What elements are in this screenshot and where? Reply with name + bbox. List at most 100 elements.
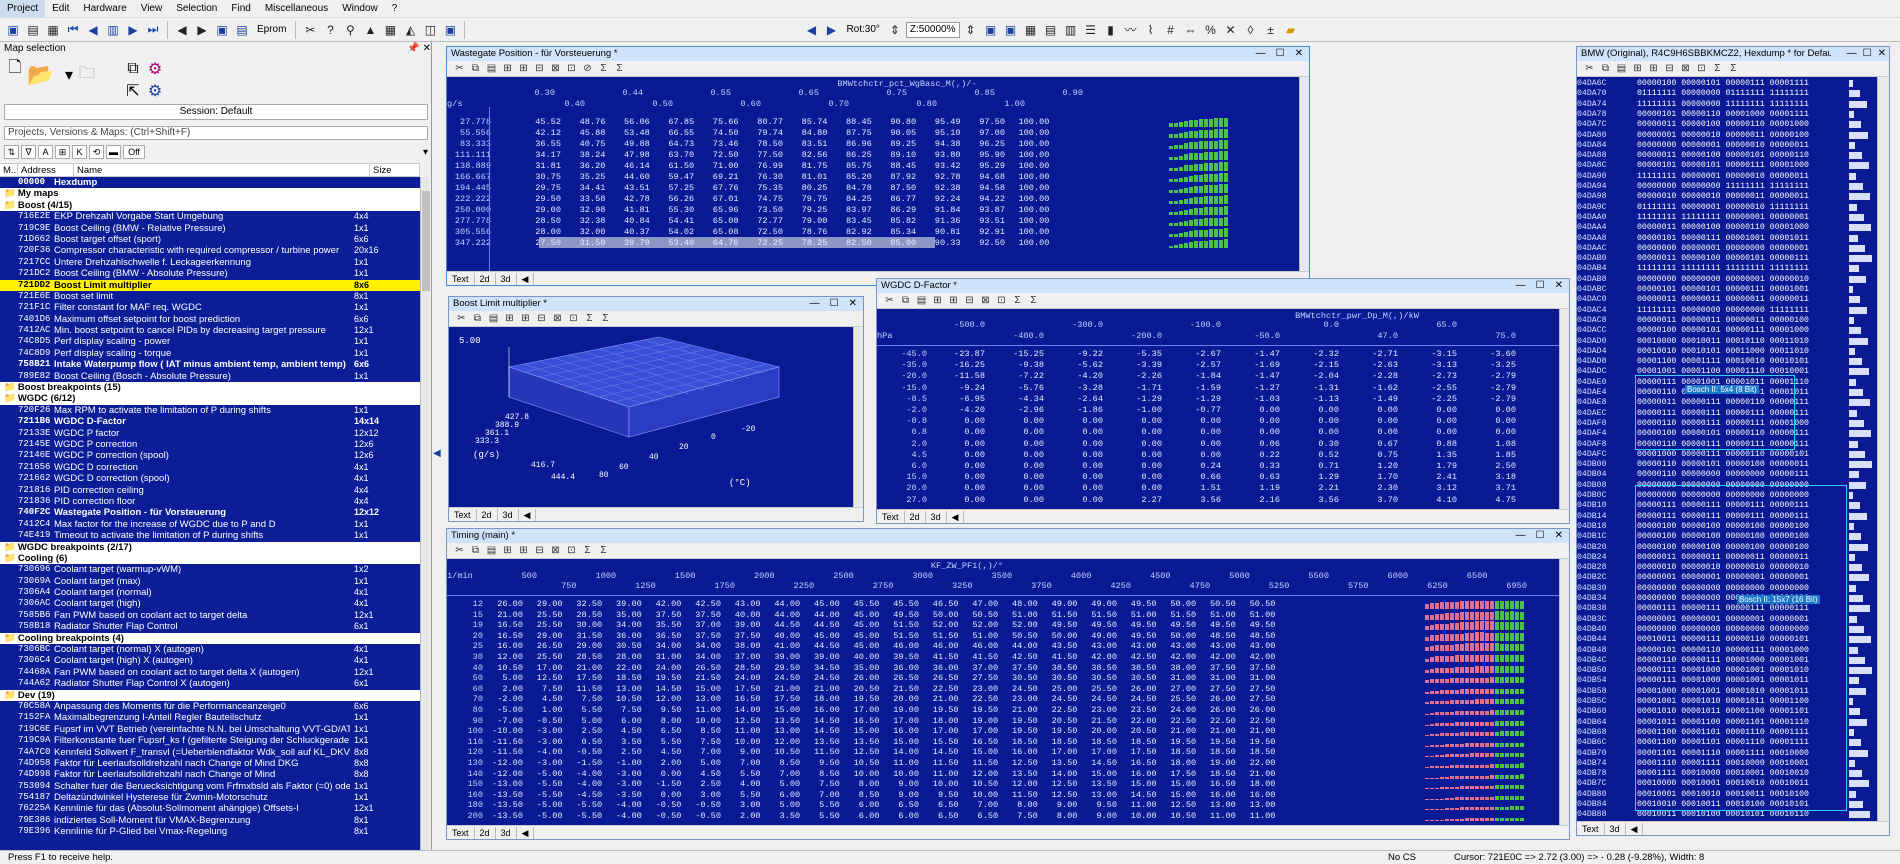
table-cell[interactable]: -2.79 (1466, 383, 1516, 393)
table-cell[interactable]: 0.00 (1112, 472, 1162, 482)
hex-bytes[interactable]: 00000110 00000000 00000000 00000111 (1637, 470, 1809, 479)
table-cell[interactable]: -3.50 (604, 790, 642, 800)
table-cell[interactable]: 16.00 (881, 726, 919, 736)
table-cell[interactable]: 0.52 (1289, 450, 1339, 460)
table-cell[interactable]: 14.50 (1079, 758, 1117, 768)
table-cell[interactable]: 17.50 (1158, 769, 1196, 779)
table-cell[interactable]: 28.00 (517, 227, 561, 237)
table-cell[interactable]: 0.00 (935, 461, 985, 471)
help-icon[interactable]: ? (321, 21, 339, 39)
table-cell[interactable]: 84.78 (828, 183, 872, 193)
hex-mode-icon[interactable]: ▣ (1002, 21, 1020, 39)
rows-icon[interactable]: ☰ (1082, 21, 1100, 39)
table-cell[interactable]: 100.00 (1005, 172, 1049, 182)
window-scrollbar[interactable] (1877, 77, 1889, 821)
table-cell[interactable]: -2.00 (485, 694, 523, 704)
table-cell[interactable]: 79.75 (783, 194, 828, 204)
table-cell[interactable]: 0.75 (1348, 450, 1398, 460)
columns-icon[interactable]: ▥ (1062, 21, 1080, 39)
table-cell[interactable]: 9.00 (723, 747, 761, 757)
table-cell[interactable]: 3.18 (1466, 472, 1516, 482)
table-cell[interactable]: -1.86 (1053, 405, 1103, 415)
table-cell[interactable]: -4.00 (604, 800, 642, 810)
table-cell[interactable]: 21.00 (485, 610, 523, 620)
close-icon[interactable]: ✕ (849, 297, 857, 311)
add-col-icon[interactable]: ⊟ (1663, 62, 1676, 75)
table-cell[interactable]: 4.50 (683, 769, 721, 779)
table-cell[interactable]: 0.00 (1289, 427, 1339, 437)
add-col-icon[interactable]: ⊟ (535, 312, 548, 325)
folder-row[interactable]: 📁 Cooling breakpoints (4) (0, 632, 420, 645)
table-cell[interactable]: 32.50 (564, 599, 602, 609)
table-cell[interactable]: 50.50 (1237, 599, 1276, 609)
table-cell[interactable]: 18.50 (1158, 747, 1196, 757)
table-cell[interactable]: 16.50 (485, 620, 523, 630)
table-cell[interactable]: 30.50 (1000, 673, 1038, 683)
table-cell[interactable]: 79.74 (739, 128, 783, 138)
sigma-icon[interactable]: Σ (597, 544, 610, 557)
table-cell[interactable]: 74.50 (695, 128, 739, 138)
table-cell[interactable]: 18.50 (1198, 747, 1236, 757)
table-cell[interactable]: 5.50 (643, 737, 682, 747)
table-cell[interactable]: 11.50 (564, 684, 602, 694)
table-cell[interactable]: 3.12 (1407, 483, 1457, 493)
text-tab[interactable]: Text (877, 510, 905, 523)
table-cell[interactable]: 0.00 (935, 416, 985, 426)
table-cell[interactable]: 49.50 (1237, 620, 1276, 630)
table-cell[interactable]: 4.50 (604, 726, 642, 736)
clear-icon[interactable]: ⊘ (581, 62, 594, 75)
table-cell[interactable]: 19.50 (1000, 726, 1038, 736)
table-cell[interactable]: -13.50 (485, 800, 523, 810)
table-cell[interactable]: -9.24 (935, 383, 985, 393)
maximize-icon[interactable]: ☐ (830, 297, 839, 311)
table-cell[interactable]: 22.50 (960, 694, 998, 704)
table-cell[interactable]: 36.00 (921, 663, 959, 673)
table-cell[interactable]: -23.87 (935, 349, 985, 359)
table-cell[interactable]: 81.01 (783, 172, 828, 182)
table-cell[interactable]: 44.00 (1000, 641, 1038, 651)
table-cell[interactable]: 0.00 (935, 472, 985, 482)
menu-item[interactable]: Find (224, 0, 257, 18)
table-cell[interactable]: 26.50 (683, 663, 721, 673)
table-cell[interactable]: 0.00 (1053, 461, 1103, 471)
grid-icon[interactable]: ▦ (1022, 21, 1040, 39)
table-cell[interactable]: -1.62 (1348, 383, 1398, 393)
table-cell[interactable]: -5.62 (1053, 360, 1103, 370)
table-cell[interactable]: 73.46 (695, 139, 739, 149)
bars-icon[interactable]: ▮ (1102, 21, 1120, 39)
map-row[interactable]: 721DC2 Boost Ceiling (BMW - Absolute Pres… (0, 268, 420, 279)
closed-folder-icon[interactable]: 🗀 (76, 64, 98, 86)
table-cell[interactable]: -5.00 (525, 769, 563, 779)
table-cell[interactable]: -2.15 (1289, 360, 1339, 370)
table-cell[interactable]: 49.00 (1079, 599, 1117, 609)
table-cell[interactable]: 12.00 (960, 769, 998, 779)
table-cell[interactable]: 4.50 (525, 694, 563, 704)
sum-icon[interactable]: Σ (583, 312, 596, 325)
map-row[interactable]: 721656 WGDC D correction 4x1 (0, 462, 420, 473)
table-cell[interactable]: 36.00 (881, 663, 919, 673)
table-cell[interactable]: 45.00 (841, 631, 880, 641)
map-row[interactable]: 721836 PID correction floor 4x4 (0, 496, 420, 507)
grid-icon[interactable]: ⊞ (503, 312, 516, 325)
table-cell[interactable]: 29.00 (525, 599, 563, 609)
table-cell[interactable]: -2.63 (1348, 360, 1398, 370)
sigma-icon[interactable]: Σ (599, 312, 612, 325)
table-cell[interactable]: 4.75 (1466, 495, 1516, 505)
minimize-icon[interactable]: — (1256, 47, 1266, 61)
table-cell[interactable]: 14.50 (1119, 790, 1157, 800)
table-cell[interactable]: 22.00 (604, 663, 642, 673)
table-cell[interactable]: 0.00 (1053, 495, 1103, 505)
table-cell[interactable]: 56.06 (606, 117, 650, 127)
hex-bytes[interactable]: 00000000 00000001 00000010 00000011 (1637, 141, 1809, 150)
table-cell[interactable]: 85.82 (872, 216, 916, 226)
table-cell[interactable]: 94.58 (961, 183, 1005, 193)
table-cell[interactable]: 30.50 (1039, 673, 1078, 683)
table-cell[interactable]: 45.50 (841, 599, 880, 609)
table-cell[interactable]: 75.66 (695, 117, 739, 127)
table-cell[interactable]: 37.00 (723, 652, 761, 662)
table-cell[interactable]: -0.50 (683, 811, 721, 821)
table-cell[interactable]: 6.50 (960, 811, 999, 821)
table-cell[interactable]: 44.00 (762, 599, 800, 609)
add-row-icon[interactable]: ⊞ (517, 544, 530, 557)
compare-icon[interactable]: ▦ (44, 21, 62, 39)
